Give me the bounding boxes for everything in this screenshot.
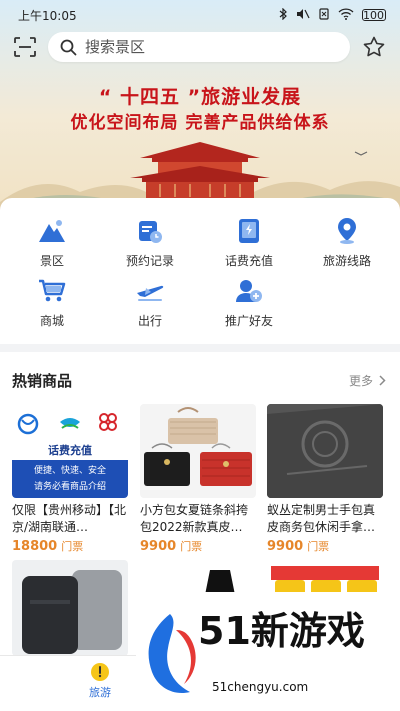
watermark-text: 51新游戏 bbox=[198, 609, 365, 653]
scan-button[interactable] bbox=[12, 34, 38, 60]
category-mall[interactable]: 商城 bbox=[12, 276, 92, 329]
category-routes[interactable]: 旅游线路 bbox=[307, 216, 387, 269]
phone-charge-icon bbox=[239, 219, 259, 243]
category-grid: 景区 预约记录 话费充值 旅游线路 商城 出行 推广好友 bbox=[0, 198, 400, 344]
star-icon bbox=[363, 36, 385, 57]
scan-icon bbox=[14, 37, 36, 57]
bluetooth-icon bbox=[278, 7, 288, 23]
category-label: 预约记录 bbox=[125, 254, 174, 268]
banner-subheadline: 优化空间布局 完善产品供给体系 bbox=[70, 113, 330, 133]
recharge-tagline: 便捷、快速、安全 bbox=[33, 466, 106, 476]
mountain-icon bbox=[39, 220, 65, 242]
backpack-illustration bbox=[22, 570, 122, 654]
airplane-icon bbox=[137, 285, 164, 301]
product-price-line: 9900 门票 bbox=[140, 538, 256, 554]
product-price-line: 9900 门票 bbox=[267, 538, 383, 554]
travel-nav-icon bbox=[91, 663, 109, 681]
watermark: 51新游戏 51chengyu.com bbox=[136, 592, 400, 711]
section-title: 热销商品 bbox=[12, 372, 73, 390]
search-input[interactable] bbox=[85, 38, 285, 56]
category-travel[interactable]: 出行 bbox=[110, 276, 190, 329]
product-card[interactable]: 小方包女夏链条斜挎包2022新款真皮… 9900 门票 bbox=[140, 404, 256, 554]
status-time: 上午10:05 bbox=[18, 8, 77, 23]
watermark-logo bbox=[148, 614, 196, 694]
product-unit: 门票 bbox=[61, 540, 84, 553]
category-invite[interactable]: 推广好友 bbox=[209, 276, 289, 329]
calendar-icon bbox=[139, 221, 162, 243]
battery-indicator: 100 bbox=[362, 9, 386, 22]
category-label: 商城 bbox=[39, 314, 64, 328]
search-box[interactable] bbox=[48, 32, 350, 62]
product-image bbox=[267, 404, 383, 498]
wifi-icon bbox=[338, 7, 354, 23]
product-price: 9900 bbox=[267, 539, 304, 554]
status-bar: 上午10:05 100 bbox=[0, 0, 400, 30]
leather-bag-illustration bbox=[267, 404, 383, 498]
nav-label: 旅游 bbox=[89, 686, 111, 699]
status-icons: 100 bbox=[278, 7, 386, 23]
category-label: 景区 bbox=[39, 254, 64, 268]
search-row bbox=[0, 30, 400, 64]
more-link[interactable]: 更多 bbox=[349, 372, 386, 389]
recharge-notice: 请务必看商品介绍 bbox=[33, 482, 106, 492]
product-price: 18800 bbox=[12, 539, 58, 554]
category-scenic[interactable]: 景区 bbox=[12, 216, 92, 269]
nav-item-travel[interactable]: 旅游 bbox=[80, 662, 120, 700]
add-friend-icon bbox=[236, 280, 262, 302]
product-image bbox=[140, 404, 256, 498]
recharge-banner: 便捷、快速、安全 请务必看商品介绍 bbox=[12, 460, 128, 498]
search-icon bbox=[60, 39, 77, 55]
category-label: 话费充值 bbox=[224, 254, 273, 268]
sim-off-icon bbox=[318, 7, 330, 23]
product-name: 仅限【贵州移动】【北京/湖南联通… bbox=[12, 503, 127, 534]
category-label: 推广好友 bbox=[224, 314, 273, 328]
product-price-line: 18800 门票 bbox=[12, 538, 128, 554]
category-bookings[interactable]: 预约记录 bbox=[110, 216, 190, 269]
category-label: 旅游线路 bbox=[322, 254, 371, 268]
category-label: 出行 bbox=[137, 314, 162, 328]
product-image: 话费充值 便捷、快速、安全 请务必看商品介绍 bbox=[12, 404, 128, 498]
recharge-title: 话费充值 bbox=[48, 444, 92, 457]
product-price: 9900 bbox=[140, 539, 177, 554]
product-name: 蚁丛定制男士手包真皮商务包休闲手拿… bbox=[267, 503, 376, 534]
banner-headline: “ 十四五 ”旅游业发展 bbox=[98, 86, 302, 108]
handbags-illustration bbox=[144, 407, 252, 486]
product-unit: 门票 bbox=[180, 540, 203, 553]
product-card[interactable] bbox=[12, 560, 128, 656]
watermark-url: 51chengyu.com bbox=[212, 680, 309, 694]
location-pin-icon bbox=[338, 218, 356, 244]
favorite-button[interactable] bbox=[360, 33, 388, 61]
mute-icon bbox=[296, 8, 310, 23]
category-phone-recharge[interactable]: 话费充值 bbox=[209, 216, 289, 269]
cart-icon bbox=[39, 279, 66, 302]
product-card[interactable]: 话费充值 便捷、快速、安全 请务必看商品介绍 仅限【贵州移动】【北京/湖南联通…… bbox=[12, 404, 128, 554]
product-unit: 门票 bbox=[307, 540, 330, 553]
header-banner: 上午10:05 100 搜索景区 “ 十四五 ”旅游业发展 优化空间布局 完善产… bbox=[0, 0, 400, 210]
product-name: 小方包女夏链条斜挎包2022新款真皮… bbox=[140, 503, 249, 534]
chevron-right-icon bbox=[379, 375, 386, 386]
product-card[interactable]: 蚁丛定制男士手包真皮商务包休闲手拿… 9900 门票 bbox=[267, 404, 383, 554]
more-label: 更多 bbox=[348, 374, 373, 388]
